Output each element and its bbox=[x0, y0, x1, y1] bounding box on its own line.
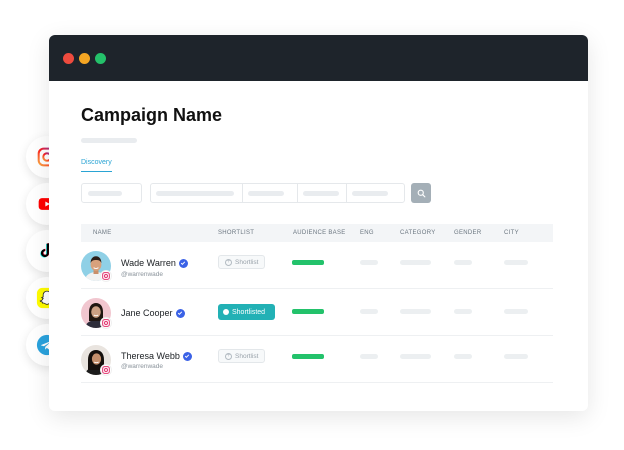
search-button[interactable] bbox=[411, 183, 431, 203]
app-window: Campaign Name Discovery bbox=[49, 35, 588, 411]
maximize-window-button[interactable] bbox=[95, 52, 106, 64]
filter-field[interactable] bbox=[81, 183, 142, 203]
filter-group bbox=[150, 183, 405, 203]
minimize-window-button[interactable] bbox=[79, 52, 90, 64]
window-titlebar bbox=[49, 35, 588, 81]
tab-discovery[interactable]: Discovery bbox=[81, 159, 112, 172]
filter-segment[interactable] bbox=[298, 184, 347, 202]
filter-segment[interactable] bbox=[347, 184, 404, 202]
search-icon bbox=[417, 189, 425, 197]
filter-segment[interactable] bbox=[151, 184, 243, 202]
page-title: Campaign Name bbox=[81, 105, 223, 125]
filter-bar bbox=[81, 183, 431, 203]
page-subtitle-placeholder bbox=[81, 138, 137, 143]
filter-segment[interactable] bbox=[243, 184, 298, 202]
stage: Campaign Name Discovery NAME SHORTLIST A… bbox=[0, 0, 624, 450]
close-window-button[interactable] bbox=[63, 52, 74, 64]
